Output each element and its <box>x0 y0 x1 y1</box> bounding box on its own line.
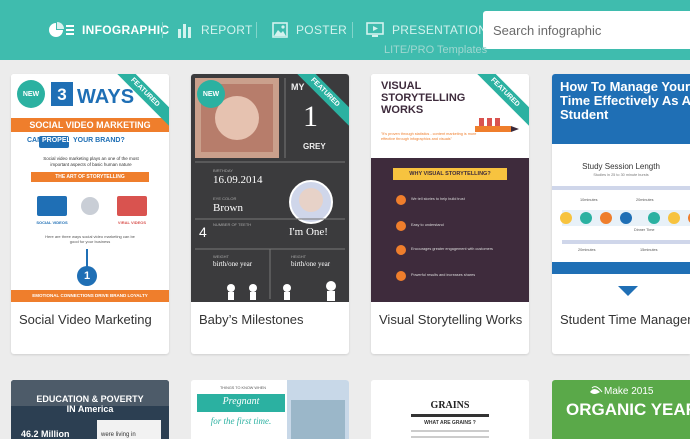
thumb-chart-label: 10minutes <box>580 198 598 202</box>
infographic-icon <box>49 22 74 37</box>
template-thumbnail: MY 1 GREY BIRTHDAY 16.09.2014 EYE COLOR … <box>191 74 349 302</box>
template-thumbnail: VISUAL STORYTELLING WORKS "It's proven t… <box>371 74 529 302</box>
thumb-heading: VISUAL STORYTELLING WORKS <box>381 80 466 116</box>
nav-tab-infographic-label: INFOGRAPHIC <box>82 23 170 37</box>
thumb-line1: CAN <box>27 137 43 144</box>
template-card[interactable]: GRAINS WHAT ARE GRAINS ? <box>371 380 529 439</box>
nav-tab-report-label: REPORT <box>201 23 253 37</box>
template-card[interactable]: 3 WAYS SOCIAL VIDEO MARKETING CAN PROPEL… <box>11 74 169 354</box>
nav-tab-poster[interactable]: POSTER <box>272 0 347 60</box>
thumb-chart-label: 15minutes <box>640 248 658 252</box>
thumb-right-label: VIRAL VIDEOS <box>117 220 147 225</box>
thumb-banner: Pregnant <box>222 396 260 407</box>
thumb-heading: GRAINS <box>430 400 470 411</box>
thumb-note: were living in <box>101 432 136 438</box>
thumb-row: We tell stories to help build trust <box>411 197 465 201</box>
thumb-row: Encourages greater engagement with custo… <box>411 247 493 251</box>
card-title: Social Video Marketing <box>19 312 152 327</box>
thumb-chart-label: Dinner Time <box>634 228 655 232</box>
thumb-heading: EDUCATION & POVERTY IN America <box>36 394 144 414</box>
thumb-eye: Brown <box>213 202 243 214</box>
new-badge: NEW <box>17 80 45 108</box>
thumb-date: 16.09.2014 <box>213 174 263 186</box>
nav-tab-infographic[interactable]: INFOGRAPHIC <box>48 0 169 60</box>
thumb-heading: WAYS <box>77 86 135 108</box>
thumb-row: Easy to understand <box>411 223 444 227</box>
thumb-teeth: 4 <box>199 224 207 240</box>
new-badge: NEW <box>197 80 225 108</box>
template-card[interactable]: THINGS TO KNOW WHEN Pregnant for the fir… <box>191 380 349 439</box>
thumb-chart-label: 20minutes <box>578 248 596 252</box>
template-thumbnail: How To Manage Your Time Effectively As A… <box>552 74 690 302</box>
thumb-footer: EMOTIONAL CONNECTIONS DRIVE BRAND LOYALT… <box>32 293 148 298</box>
thumb-heading: Make 2015 <box>604 386 654 397</box>
thumb-quote: "It's proven through statistics - conten… <box>381 132 477 141</box>
thumb-tag: THE ART OF STORYTELLING <box>55 174 125 180</box>
nav-divider <box>162 22 163 38</box>
template-card[interactable]: How To Manage Your Time Effectively As A… <box>552 74 690 354</box>
thumb-note: Here are three ways social video marketi… <box>45 234 135 244</box>
thumb-subtitle: WHAT ARE GRAINS ? <box>424 420 476 426</box>
top-navigation-bar: INFOGRAPHIC REPORT POSTER PRESENTATION L… <box>0 0 690 60</box>
thumb-top-label: MY <box>291 82 305 92</box>
thumb-subtitle: ORGANIC YEAR <box>566 400 690 419</box>
search-input[interactable] <box>483 11 690 49</box>
thumb-line3: YOUR BRAND? <box>73 137 125 144</box>
thumb-number: 1 <box>303 100 318 133</box>
thumb-line2: PROPEL <box>42 137 71 144</box>
template-card[interactable]: VISUAL STORYTELLING WORKS "It's proven t… <box>371 74 529 354</box>
nav-divider <box>352 22 353 38</box>
template-card[interactable]: EDUCATION & POVERTY IN America 46.2 Mill… <box>11 380 169 439</box>
nav-tab-report[interactable]: REPORT <box>177 0 253 60</box>
nav-tab-poster-label: POSTER <box>296 23 348 37</box>
card-title: Baby’s Milestones <box>199 312 304 327</box>
thumb-body: Social video marketing plays an one of t… <box>43 156 139 167</box>
template-card[interactable]: Make 2015 ORGANIC YEAR <box>552 380 690 439</box>
template-card[interactable]: MY 1 GREY BIRTHDAY 16.09.2014 EYE COLOR … <box>191 74 349 354</box>
thumb-chart-title: Study Session Length <box>582 162 660 171</box>
card-title: Student Time Management <box>560 312 690 327</box>
template-thumbnail: 3 WAYS SOCIAL VIDEO MARKETING CAN PROPEL… <box>11 74 169 302</box>
presentation-icon <box>366 22 384 37</box>
thumb-step-number: 1 <box>83 270 91 282</box>
thumb-birthday-label: BIRTHDAY <box>213 168 233 173</box>
thumb-chart-label: 20minutes <box>636 198 654 202</box>
thumb-subtitle: for the first time. <box>210 416 272 426</box>
report-icon <box>178 24 191 38</box>
thumb-left-label: SOCIAL VIDEOS <box>36 220 68 225</box>
card-title: Visual Storytelling Works <box>379 312 523 327</box>
thumb-caption: I'm One! <box>289 226 328 238</box>
thumb-heading: THINGS TO KNOW WHEN <box>219 386 267 390</box>
thumb-chart-subtitle: Studies in 25 to 30 minute bursts <box>593 173 649 177</box>
thumb-teeth-label: NUMBER OF TEETH <box>213 222 252 227</box>
thumb-banner: WHY VISUAL STORYTELLING? <box>409 171 491 177</box>
thumb-sub-label: GREY <box>303 142 326 151</box>
thumb-banner: SOCIAL VIDEO MARKETING <box>29 120 151 130</box>
thumb-heading: How To Manage Your Time Effectively As A… <box>560 79 690 122</box>
thumb-weight: birth/one year <box>213 260 253 268</box>
templates-caption: LITE/PRO Templates <box>384 44 488 56</box>
thumb-height-label: HEIGHT <box>291 254 307 259</box>
thumb-weight-label: WEIGHT <box>213 254 229 259</box>
nav-tab-presentation-label: PRESENTATION <box>392 23 488 37</box>
thumb-eye-label: EYE COLOR <box>213 196 237 201</box>
thumb-figure: 46.2 Million <box>21 429 70 439</box>
thumb-height: birth/one year <box>291 260 331 268</box>
poster-icon <box>272 22 288 38</box>
nav-divider <box>256 22 257 38</box>
thumb-row: Powerful results and increases shares <box>411 273 476 277</box>
thumb-number: 3 <box>57 85 67 104</box>
